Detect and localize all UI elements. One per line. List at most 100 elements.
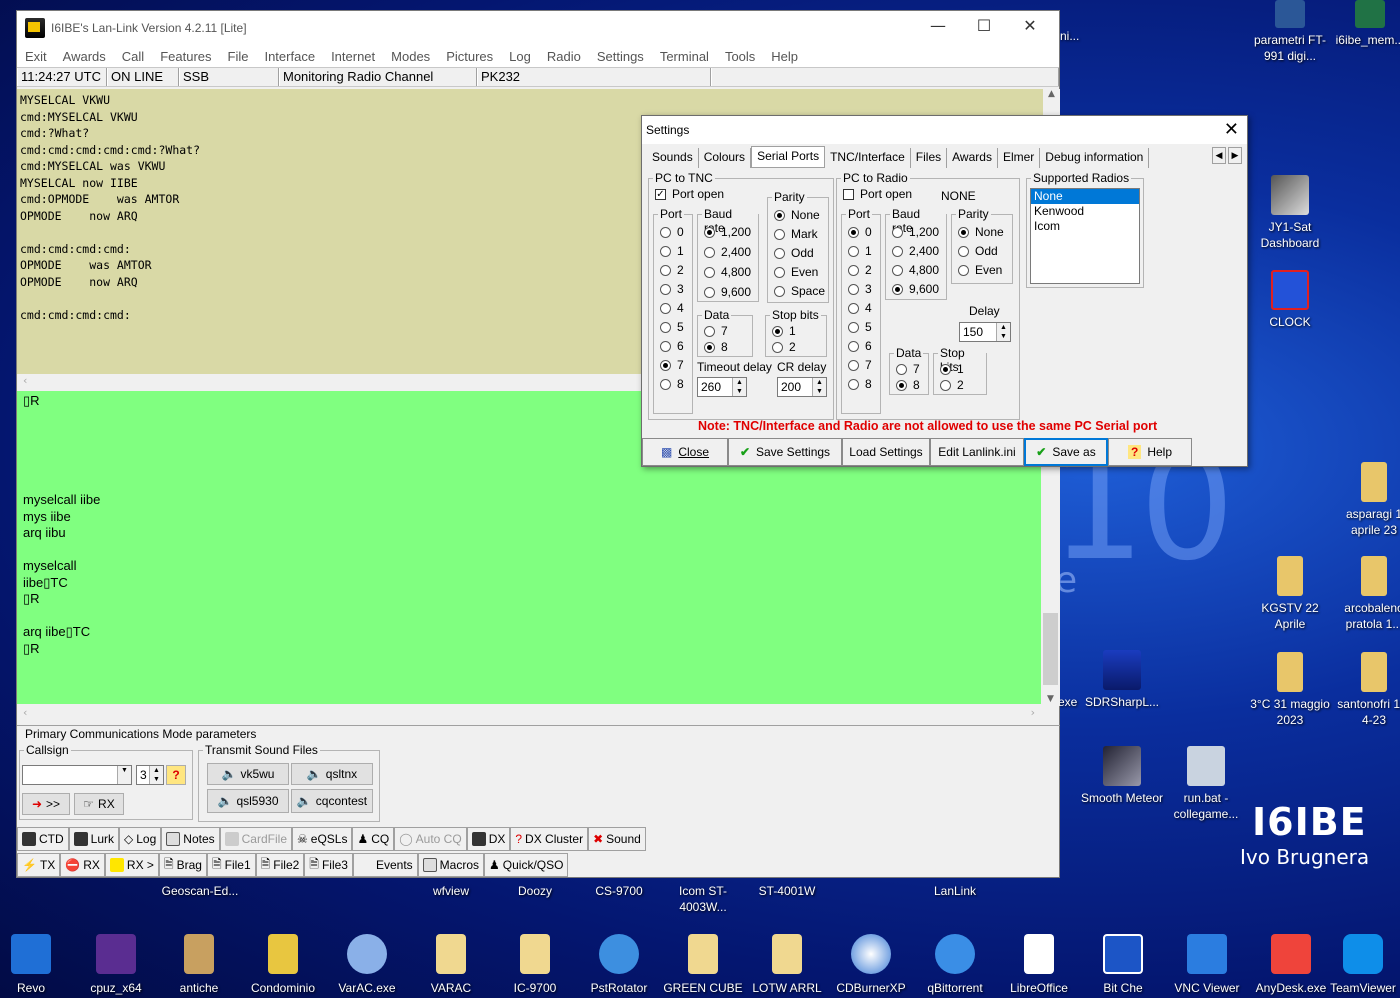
cq-button[interactable]: ♟ CQ [352,827,395,851]
radio-delay-stepper[interactable]: 150 ▲ ▼ [959,322,1011,342]
desktop-icon-3c[interactable]: 3°C 31 maggio 2023 [1248,652,1332,728]
tnc-parity-space[interactable]: Space [774,284,825,298]
tnc-port-2[interactable]: 2 [660,263,684,277]
desktop-icon-lotw[interactable]: LOTW ARRL [744,934,830,996]
menu-radio[interactable]: Radio [539,49,589,64]
rx-button[interactable]: ☞ RX [74,793,124,815]
tnc-data-8[interactable]: 8 [704,340,728,354]
menu-awards[interactable]: Awards [55,49,114,64]
stepper-arrows-icon[interactable]: ▲ ▼ [149,766,163,784]
desktop-icon-revo[interactable]: Revo [0,934,74,996]
tnc-port-3[interactable]: 3 [660,282,684,296]
desktop-icon-sdrsharp[interactable]: SDRSharpL... [1080,650,1164,710]
radio-port-0[interactable]: 0 [848,225,872,239]
menu-pictures[interactable]: Pictures [438,49,501,64]
radio-port-2[interactable]: 2 [848,263,872,277]
desktop-icon-ic9700[interactable]: IC-9700 [492,934,578,996]
desktop-icon-wfview[interactable]: wfview [418,883,484,899]
menu-terminal[interactable]: Terminal [652,49,717,64]
tnc-port-7[interactable]: 7 [660,358,684,372]
desktop-icon-cdburnerxp[interactable]: CDBurnerXP [828,934,914,996]
scroll-left-arrow-icon[interactable]: ‹ [23,374,27,387]
radio-baud-1200[interactable]: 1,200 [892,225,939,239]
desktop-icon-clock[interactable]: CLOCK [1248,270,1332,330]
desktop-icon-qbittorrent[interactable]: qBittorrent [912,934,998,996]
scroll-thumb[interactable] [1043,613,1058,685]
desktop-icon-libreoffice[interactable]: LibreOffice [996,934,1082,996]
chevron-down-icon[interactable]: ▼ [117,766,131,784]
callsign-help-button[interactable]: ? [166,765,186,785]
tnc-parity-none[interactable]: None [774,208,820,222]
desktop-icon-teamviewer[interactable]: TeamViewer [1326,934,1400,996]
desktop-icon-i6ibe-mem[interactable]: i6ibe_mem... [1328,0,1400,48]
title-bar[interactable]: I6IBE's Lan-Link Version 4.2.11 [Lite] —… [17,11,1059,45]
radio-port-1[interactable]: 1 [848,244,872,258]
brag-button[interactable]: 🗎 Brag [158,853,207,877]
tnc-baud-4800[interactable]: 4,800 [704,265,751,279]
tab-tnc-interface[interactable]: TNC/Interface [825,148,911,168]
tab-serial-ports[interactable]: Serial Ports [751,146,826,168]
stepper-arrows-icon[interactable]: ▲ ▼ [732,378,746,396]
tx-button[interactable]: ⚡ TX [17,853,61,877]
tnc-port-4[interactable]: 4 [660,301,684,315]
radio-stop-1[interactable]: 1 [940,362,964,376]
save-settings-button[interactable]: ✔ Save Settings [728,438,842,466]
radio-port-6[interactable]: 6 [848,339,872,353]
tnc-cr-delay-stepper[interactable]: 200 ▲ ▼ [777,377,827,397]
desktop-icon-vnc[interactable]: VNC Viewer [1164,934,1250,996]
desktop-icon-asparagi[interactable]: asparagi 1 aprile 23 [1332,462,1400,538]
radio-baud-2400[interactable]: 2,400 [892,244,939,258]
radio-baud-4800[interactable]: 4,800 [892,263,939,277]
radio-port-4[interactable]: 4 [848,301,872,315]
radio-parity-none[interactable]: None [958,225,1004,239]
radio-port-open-checkbox[interactable]: Port open [843,187,912,201]
desktop-icon-antiche[interactable]: antiche [156,934,242,996]
tnc-timeout-stepper[interactable]: 260 ▲ ▼ [697,377,747,397]
help-button[interactable]: ? Help [1108,438,1192,466]
desktop-icon-exe-fragment[interactable]: exe [1058,694,1077,710]
radio-parity-even[interactable]: Even [958,263,1002,277]
tnc-port-8[interactable]: 8 [660,377,684,391]
sound-button[interactable]: ✖ Sound [588,827,646,851]
radio-stop-2[interactable]: 2 [940,378,964,392]
tab-scroll-right-icon[interactable]: ▶ [1228,147,1242,164]
desktop-icon-anydesk[interactable]: AnyDesk.exe [1248,934,1334,996]
close-button[interactable]: ▩ Close [642,438,728,466]
callsign-combo[interactable]: ▼ [22,765,132,785]
list-item[interactable]: Kenwood [1031,204,1139,219]
close-window-button[interactable]: ✕ [1007,11,1053,41]
file1-button[interactable]: 🗎 File1 [206,853,256,877]
tnc-stop-1[interactable]: 1 [772,324,796,338]
load-settings-button[interactable]: Load Settings [842,438,930,466]
menu-file[interactable]: File [220,49,257,64]
desktop-icon-cpuz[interactable]: cpuz_x64 [73,934,159,996]
desktop-icon-varac-exe[interactable]: VarAC.exe [324,934,410,996]
tnc-port-5[interactable]: 5 [660,320,684,334]
radio-port-5[interactable]: 5 [848,320,872,334]
scroll-left-arrow-icon[interactable]: ‹ [23,706,27,719]
menu-interface[interactable]: Interface [256,49,323,64]
file3-button[interactable]: 🗎 File3 [304,853,353,877]
menu-features[interactable]: Features [152,49,219,64]
desktop-icon-kgstv[interactable]: KGSTV 22 Aprile [1248,556,1332,632]
desktop-icon-geoscan[interactable]: Geoscan-Ed... [150,883,250,899]
tnc-stop-2[interactable]: 2 [772,340,796,354]
tab-sounds[interactable]: Sounds [647,148,699,168]
tnc-data-7[interactable]: 7 [704,324,728,338]
desktop-icon-ni-fragment[interactable]: ni... [1060,28,1079,44]
notes-button[interactable]: Notes [161,827,220,851]
desktop-icon-jy1sat[interactable]: JY1-Sat Dashboard [1248,175,1332,251]
tnc-parity-even[interactable]: Even [774,265,818,279]
desktop-icon-parametri[interactable]: parametri FT-991 digi... [1248,0,1332,64]
save-as-button[interactable]: ✔ Save as [1024,438,1108,466]
tnc-parity-odd[interactable]: Odd [774,246,814,260]
tab-debug-information[interactable]: Debug information [1040,148,1150,168]
rx-toolbar-button[interactable]: ⛔ RX [60,853,105,877]
sound-qsltnx-button[interactable]: 🔈 qsltnx [291,763,373,785]
maximize-button[interactable]: ☐ [961,11,1007,41]
menu-exit[interactable]: Exit [17,49,55,64]
supported-radios-list[interactable]: None Kenwood Icom [1030,188,1140,284]
menu-tools[interactable]: Tools [717,49,763,64]
sound-cqcontest-button[interactable]: 🔈 cqcontest [291,789,373,813]
radio-baud-9600[interactable]: 9,600 [892,282,939,296]
